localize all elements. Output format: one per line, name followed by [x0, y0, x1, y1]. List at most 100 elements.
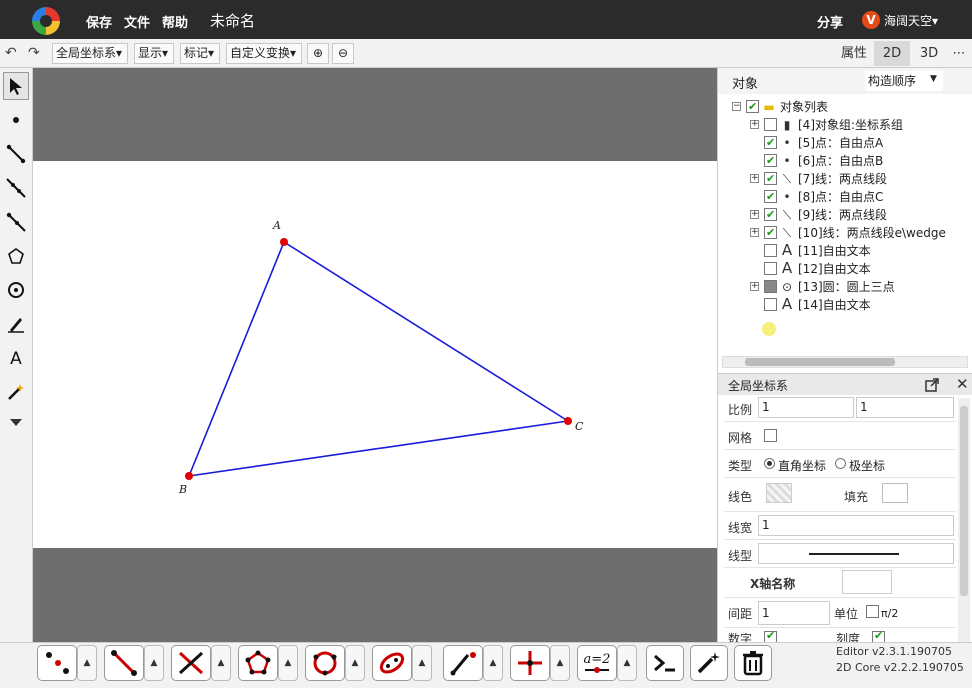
- polygon-group-icon[interactable]: [238, 645, 278, 681]
- expand-icon[interactable]: +: [750, 210, 759, 219]
- tab-2d[interactable]: 2D: [874, 41, 910, 66]
- conic-group-icon[interactable]: [372, 645, 412, 681]
- radio-rectangular[interactable]: [764, 458, 775, 469]
- segment-ab[interactable]: [188, 241, 285, 477]
- conic-group-more-icon[interactable]: ▲: [412, 645, 432, 681]
- pen-tool-icon[interactable]: [3, 310, 29, 338]
- number-checkbox[interactable]: [764, 629, 777, 642]
- menu-help[interactable]: 帮助: [162, 12, 188, 31]
- transform-group-more-icon[interactable]: ▲: [550, 645, 570, 681]
- points-group-more-icon[interactable]: ▲: [77, 645, 97, 681]
- radio-polar[interactable]: [835, 458, 846, 469]
- command-prompt-icon[interactable]: [646, 645, 684, 681]
- mark-menu[interactable]: 标记▾: [180, 43, 220, 64]
- expand-icon[interactable]: +: [750, 228, 759, 237]
- tree-root-checkbox[interactable]: [746, 98, 759, 116]
- circle-tool-icon[interactable]: [3, 276, 29, 304]
- scale-x-input[interactable]: 1: [758, 397, 854, 418]
- tree-item-checkbox[interactable]: [764, 118, 777, 131]
- magic-wand-icon[interactable]: [690, 645, 728, 681]
- user-avatar[interactable]: V: [862, 11, 880, 29]
- circle-group-more-icon[interactable]: ▲: [345, 645, 365, 681]
- tree-horizontal-scrollbar[interactable]: [722, 356, 968, 368]
- menu-save[interactable]: 保存: [86, 12, 112, 31]
- zoom-out-icon[interactable]: ⊖: [332, 43, 354, 64]
- ray-tool-icon[interactable]: [3, 208, 29, 236]
- tree-item-checkbox[interactable]: [764, 280, 777, 293]
- tree-item-checkbox[interactable]: [764, 152, 777, 170]
- points-group-icon[interactable]: [37, 645, 77, 681]
- segment-bc[interactable]: [188, 420, 569, 477]
- more-tools-chevron-icon[interactable]: [3, 408, 29, 436]
- ray-group-icon[interactable]: [443, 645, 483, 681]
- tree-item-checkbox[interactable]: [764, 262, 777, 275]
- tree-item[interactable]: + ⊙ [13]圆：圆上三点: [718, 278, 972, 296]
- tree-item[interactable]: + ⟍ [10]线：两点线段e\wedge: [718, 224, 972, 242]
- line-tool-icon[interactable]: [3, 174, 29, 202]
- tree-item[interactable]: + ⟍ [7]线：两点线段: [718, 170, 972, 188]
- tree-item[interactable]: • [8]点：自由点C: [718, 188, 972, 206]
- intersection-group-more-icon[interactable]: ▲: [211, 645, 231, 681]
- x-axis-name-input[interactable]: [842, 570, 892, 594]
- order-select[interactable]: 构造顺序 ▼: [865, 71, 943, 91]
- tree-item[interactable]: • [6]点：自由点B: [718, 152, 972, 170]
- tree-item-checkbox[interactable]: [764, 244, 777, 257]
- segments-group-more-icon[interactable]: ▲: [144, 645, 164, 681]
- spacing-input[interactable]: 1: [758, 601, 830, 625]
- tree-item-checkbox[interactable]: [764, 170, 777, 188]
- tab-3d[interactable]: 3D: [912, 41, 946, 66]
- tree-scroll-thumb[interactable]: [745, 358, 895, 366]
- share-button[interactable]: 分享: [817, 12, 843, 31]
- scale-y-input[interactable]: 1: [856, 397, 954, 418]
- menu-file[interactable]: 文件: [124, 12, 150, 31]
- tree-item[interactable]: A [14]自由文本: [718, 295, 972, 314]
- unit-checkbox[interactable]: [866, 605, 879, 618]
- redo-icon[interactable]: ↷: [28, 45, 40, 61]
- tree-item-checkbox[interactable]: [764, 224, 777, 242]
- circle-group-icon[interactable]: [305, 645, 345, 681]
- point-tool-icon[interactable]: [3, 106, 29, 134]
- segment-tool-icon[interactable]: [3, 140, 29, 168]
- segments-group-icon[interactable]: [104, 645, 144, 681]
- select-arrow-icon[interactable]: [3, 72, 29, 100]
- popout-icon[interactable]: [925, 378, 939, 392]
- segment-ca[interactable]: [283, 241, 569, 422]
- display-menu[interactable]: 显示▾: [134, 43, 174, 64]
- tab-properties[interactable]: 属性: [836, 41, 872, 66]
- fill-color-swatch[interactable]: [882, 483, 908, 503]
- line-style-select[interactable]: [758, 543, 954, 564]
- user-menu[interactable]: 海阔天空▾: [884, 12, 938, 29]
- undo-icon[interactable]: ↶: [5, 45, 17, 61]
- tree-item-checkbox[interactable]: [764, 134, 777, 152]
- polygon-tool-icon[interactable]: [3, 242, 29, 270]
- text-tool-icon[interactable]: A: [3, 344, 29, 372]
- tree-item[interactable]: + ▮ [4]对象组:坐标系组: [718, 116, 972, 134]
- point-a[interactable]: [280, 238, 288, 246]
- drawing-canvas[interactable]: A B C: [33, 68, 717, 642]
- grid-checkbox[interactable]: [764, 429, 777, 442]
- coordinate-system-menu[interactable]: 全局坐标系▾: [52, 43, 128, 64]
- polygon-group-more-icon[interactable]: ▲: [278, 645, 298, 681]
- tick-checkbox[interactable]: [872, 629, 885, 642]
- tree-item[interactable]: • [5]点：自由点A: [718, 134, 972, 152]
- ray-group-more-icon[interactable]: ▲: [483, 645, 503, 681]
- tree-item-checkbox[interactable]: [764, 188, 777, 206]
- close-icon[interactable]: ✕: [956, 375, 969, 393]
- parameter-group-icon[interactable]: a=2: [577, 645, 617, 681]
- properties-vertical-scrollbar[interactable]: [958, 398, 970, 642]
- document-title[interactable]: 未命名: [210, 10, 255, 31]
- point-c[interactable]: [564, 417, 572, 425]
- expand-icon[interactable]: +: [750, 120, 759, 129]
- geometry-figure[interactable]: [33, 68, 717, 642]
- tree-item[interactable]: A [11]自由文本: [718, 241, 972, 260]
- line-width-input[interactable]: 1: [758, 515, 954, 536]
- custom-transform-menu[interactable]: 自定义变换▾: [226, 43, 302, 64]
- expand-icon[interactable]: +: [750, 282, 759, 291]
- more-options-icon[interactable]: ⋯: [948, 41, 970, 66]
- tree-item[interactable]: + ⟍ [9]线：两点线段: [718, 206, 972, 224]
- properties-scroll-thumb[interactable]: [960, 406, 968, 596]
- tree-item-checkbox[interactable]: [764, 298, 777, 311]
- magic-wand-icon[interactable]: [3, 378, 29, 406]
- transform-group-icon[interactable]: [510, 645, 550, 681]
- expand-icon[interactable]: +: [750, 174, 759, 183]
